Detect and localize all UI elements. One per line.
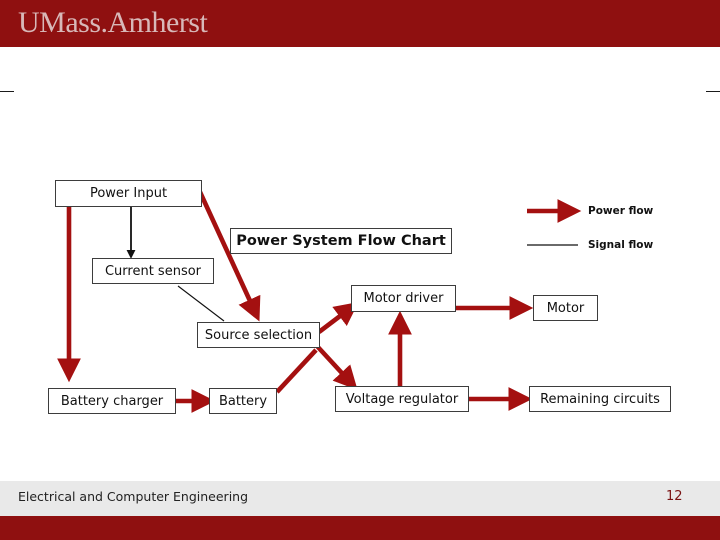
diagram-canvas: Power System Flow Chart Power Input Curr… bbox=[0, 92, 720, 481]
footer-department: Electrical and Computer Engineering bbox=[18, 489, 249, 504]
node-remaining-circuits[interactable]: Remaining circuits bbox=[529, 386, 671, 412]
umass-amherst-logo: UMass.Amherst bbox=[18, 6, 208, 39]
bottom-band bbox=[0, 516, 720, 540]
node-power-input[interactable]: Power Input bbox=[55, 180, 202, 207]
node-source-selection[interactable]: Source selection bbox=[197, 322, 320, 348]
node-voltage-regulator[interactable]: Voltage regulator bbox=[335, 386, 469, 412]
legend-label-signal-flow: Signal flow bbox=[588, 239, 654, 251]
node-current-sensor[interactable]: Current sensor bbox=[92, 258, 214, 284]
node-motor-driver[interactable]: Motor driver bbox=[351, 285, 456, 312]
node-battery[interactable]: Battery bbox=[209, 388, 277, 414]
node-battery-charger[interactable]: Battery charger bbox=[48, 388, 176, 414]
diagram-title: Power System Flow Chart bbox=[230, 228, 452, 254]
legend-label-power-flow: Power flow bbox=[588, 205, 654, 217]
node-motor[interactable]: Motor bbox=[533, 295, 598, 321]
footer-page-number: 12 bbox=[666, 489, 683, 504]
